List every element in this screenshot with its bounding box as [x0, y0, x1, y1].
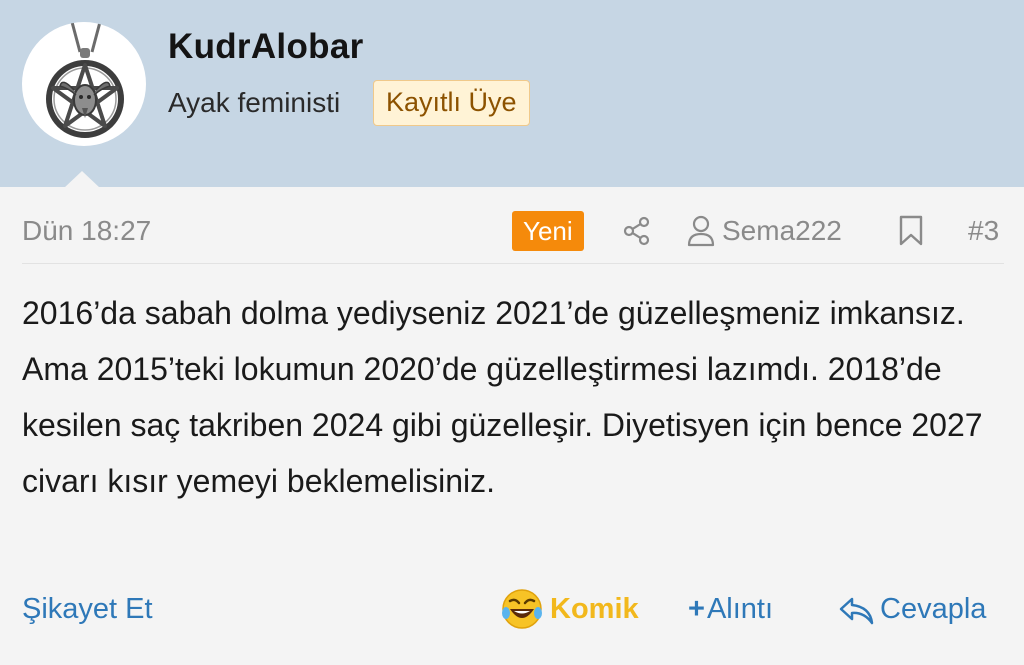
quote-label: Alıntı: [706, 593, 774, 625]
reply-button[interactable]: Cevapla: [880, 593, 986, 626]
header-pointer-arrow: [64, 171, 100, 188]
plus-icon: +: [688, 593, 705, 625]
new-badge: Yeni: [512, 211, 584, 251]
post-container: Dün 18:27 Yeni Sema222 #3 2016’da sabah …: [0, 187, 1024, 665]
post-body: 2016’da sabah dolma yediyseniz 2021’de g…: [22, 295, 983, 499]
reply-arrow-icon[interactable]: [838, 595, 876, 627]
reaction-label[interactable]: Komik: [550, 593, 639, 626]
user-icon: [687, 215, 715, 247]
user-custom-title: Ayak feministi: [168, 87, 341, 118]
share-icon[interactable]: [622, 216, 652, 246]
laughing-emoji-icon[interactable]: [500, 587, 544, 631]
bookmark-icon[interactable]: [898, 215, 924, 247]
post-date[interactable]: Dün 18:27: [22, 215, 151, 247]
username[interactable]: KudrAlobar: [168, 27, 364, 67]
post-number[interactable]: #3: [968, 215, 999, 247]
avatar[interactable]: [22, 22, 146, 146]
report-button[interactable]: Şikayet Et: [22, 593, 153, 626]
pentagram-pendant-icon: [46, 22, 124, 138]
post-author-header: KudrAlobar Ayak feministi Kayıtlı Üye: [0, 0, 1024, 188]
divider: [22, 263, 1004, 264]
quote-button[interactable]: +Alıntı: [688, 593, 773, 626]
role-badge: Kayıtlı Üye: [373, 80, 530, 126]
mentioned-user[interactable]: Sema222: [722, 215, 842, 247]
